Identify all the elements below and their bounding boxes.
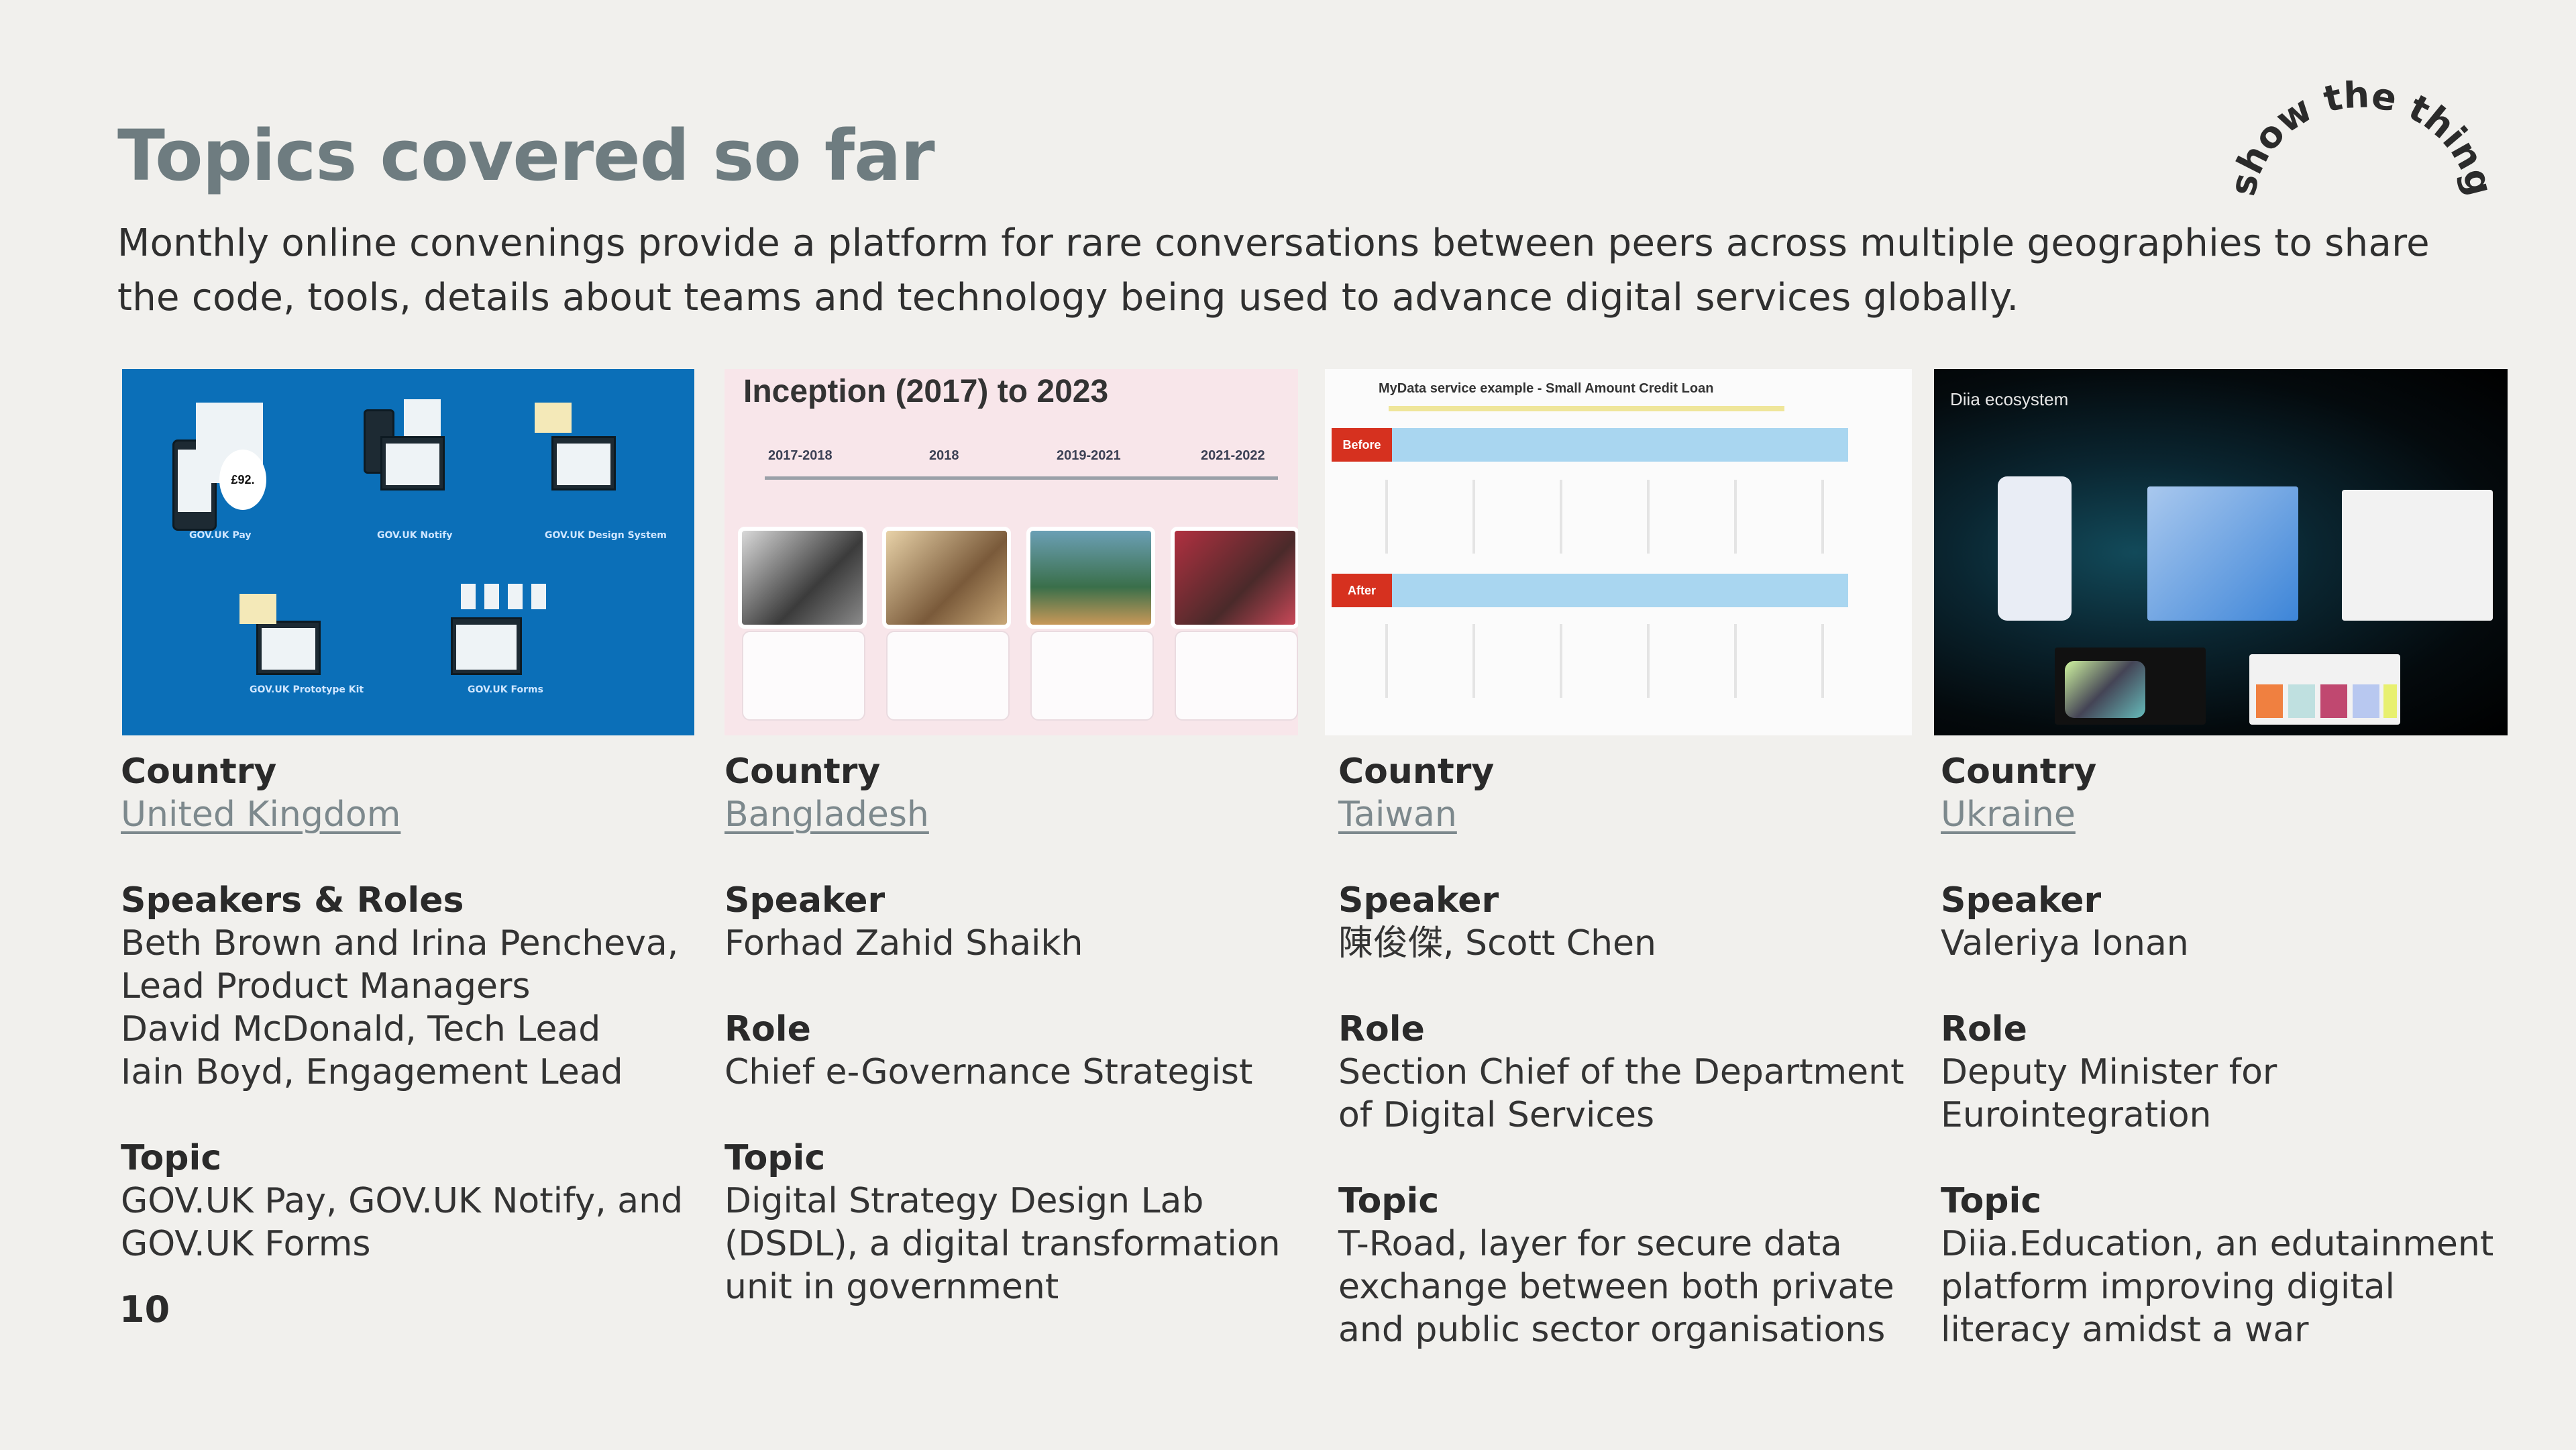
country-link[interactable]: Taiwan bbox=[1338, 794, 1457, 835]
thumb-label: GOV.UK Forms bbox=[468, 684, 543, 695]
speaker-line: Valeriya Ionan bbox=[1941, 923, 2189, 964]
ukraine-thumbnail: Diia ecosystem bbox=[1934, 369, 2508, 735]
speaker-line: Forhad Zahid Shaikh bbox=[724, 923, 1083, 964]
speaker-label: Speaker bbox=[1338, 880, 1499, 921]
after-tag: After bbox=[1332, 574, 1392, 607]
event-photo bbox=[738, 527, 867, 629]
thumb-label: GOV.UK Design System bbox=[545, 530, 667, 541]
country-link[interactable]: United Kingdom bbox=[121, 794, 400, 835]
laptop-illustration bbox=[256, 621, 321, 675]
thumb-label: GOV.UK Pay bbox=[189, 530, 252, 541]
thumb-label: GOV.UK Prototype Kit bbox=[250, 684, 364, 695]
role-line: Eurointegration bbox=[1941, 1095, 2212, 1135]
topic-line: literacy amidst a war bbox=[1941, 1310, 2309, 1350]
topic-line: GOV.UK Forms bbox=[121, 1224, 371, 1264]
event-photo bbox=[882, 527, 1011, 629]
card-illustration bbox=[239, 594, 276, 624]
mini-phone bbox=[531, 584, 546, 609]
role-line: Chief e-Governance Strategist bbox=[724, 1052, 1253, 1092]
column-taiwan: Country Taiwan Speaker 陳俊傑, Scott Chen R… bbox=[1338, 750, 1929, 1351]
laptop-illustration bbox=[380, 436, 445, 490]
topic-line: exchange between both private bbox=[1338, 1267, 1894, 1307]
country-link[interactable]: Ukraine bbox=[1941, 794, 2076, 835]
bangladesh-thumbnail: Inception (2017) to 2023 2017-2018 2018 … bbox=[724, 369, 1298, 735]
speaker-line: 陳俊傑, Scott Chen bbox=[1338, 923, 1656, 964]
thumb-heading: Inception (2017) to 2023 bbox=[743, 374, 1109, 409]
after-process-illustration bbox=[1345, 624, 1855, 698]
topic-line: unit in government bbox=[724, 1267, 1059, 1307]
topic-line: and public sector organisations bbox=[1338, 1310, 1886, 1350]
thumb-heading: MyData service example - Small Amount Cr… bbox=[1379, 381, 1714, 396]
slide-title: Topics covered so far bbox=[117, 115, 935, 197]
before-process-illustration bbox=[1345, 480, 1855, 554]
topic-line: (DSDL), a digital transformation bbox=[724, 1224, 1281, 1264]
payment-badge: £92. bbox=[219, 450, 266, 510]
before-tag: Before bbox=[1332, 428, 1392, 462]
column-ukraine: Country Ukraine Speaker Valeriya Ionan R… bbox=[1941, 750, 2531, 1351]
topic-line: Digital Strategy Design Lab bbox=[724, 1181, 1204, 1221]
laptop-illustration bbox=[551, 436, 616, 490]
tv-screenshot bbox=[2055, 648, 2206, 725]
timeline-year: 2021-2022 bbox=[1201, 448, 1265, 463]
stat-card bbox=[1030, 631, 1154, 721]
topic-label: Topic bbox=[724, 1138, 826, 1178]
country-link[interactable]: Bangladesh bbox=[724, 794, 929, 835]
speaker-line: Iain Boyd, Engagement Lead bbox=[121, 1052, 623, 1092]
topic-line: platform improving digital bbox=[1941, 1267, 2395, 1307]
country-label: Country bbox=[724, 752, 881, 792]
topic-label: Topic bbox=[1338, 1181, 1440, 1221]
event-photo bbox=[1171, 527, 1298, 629]
document-screenshot bbox=[2342, 490, 2493, 621]
laptop-illustration bbox=[451, 617, 522, 675]
event-photo bbox=[1026, 527, 1155, 629]
country-label: Country bbox=[1941, 752, 2097, 792]
before-description-band bbox=[1332, 428, 1848, 462]
timeline-year: 2019-2021 bbox=[1057, 448, 1121, 463]
portal-screenshot bbox=[2147, 486, 2298, 621]
topic-line: GOV.UK Pay, GOV.UK Notify, and bbox=[121, 1181, 684, 1221]
mini-phone bbox=[508, 584, 523, 609]
role-label: Role bbox=[1338, 1009, 1425, 1049]
thumb-heading: Diia ecosystem bbox=[1950, 389, 2069, 409]
taiwan-thumbnail: MyData service example - Small Amount Cr… bbox=[1325, 369, 1912, 735]
country-label: Country bbox=[121, 752, 277, 792]
education-screenshot bbox=[2249, 654, 2400, 725]
thumb-label: GOV.UK Notify bbox=[377, 530, 453, 541]
speaker-line: David McDonald, Tech Lead bbox=[121, 1009, 601, 1049]
speaker-label: Speaker bbox=[1941, 880, 2102, 921]
stat-card bbox=[886, 631, 1010, 721]
topic-line: T-Road, layer for secure data bbox=[1338, 1224, 1842, 1264]
speaker-line: Lead Product Managers bbox=[121, 966, 531, 1006]
country-label: Country bbox=[1338, 752, 1495, 792]
role-line: of Digital Services bbox=[1338, 1095, 1655, 1135]
speaker-line: Beth Brown and Irina Pencheva, bbox=[121, 923, 679, 964]
mini-phone bbox=[484, 584, 499, 609]
card-illustration bbox=[535, 403, 572, 433]
speaker-label: Speaker bbox=[724, 880, 885, 921]
slide-subtitle: Monthly online convenings provide a plat… bbox=[117, 221, 2430, 319]
role-line: Section Chief of the Department bbox=[1338, 1052, 1904, 1092]
page-number: 10 bbox=[119, 1288, 170, 1331]
stat-card bbox=[742, 631, 865, 721]
topic-line: Diia.Education, an edutainment bbox=[1941, 1224, 2494, 1264]
topic-label: Topic bbox=[1941, 1181, 2042, 1221]
role-label: Role bbox=[1941, 1009, 2027, 1049]
column-bangladesh: Country Bangladesh Speaker Forhad Zahid … bbox=[724, 750, 1315, 1308]
role-line: Deputy Minister for bbox=[1941, 1052, 2277, 1092]
timeline-line bbox=[765, 476, 1278, 480]
timeline-year: 2018 bbox=[929, 448, 959, 463]
heading-underline bbox=[1389, 406, 1784, 411]
show-the-thing-stamp: show the thing bbox=[2221, 81, 2496, 200]
column-united-kingdom: Country United Kingdom Speakers & Roles … bbox=[121, 750, 711, 1265]
stat-card bbox=[1175, 631, 1298, 721]
topic-label: Topic bbox=[121, 1138, 222, 1178]
app-screenshot bbox=[1998, 476, 2072, 621]
after-description-band bbox=[1332, 574, 1848, 607]
uk-thumbnail: £92. GOV.UK Pay GOV.UK Notify GOV.UK Des… bbox=[122, 369, 694, 735]
mini-phone bbox=[461, 584, 476, 609]
timeline-year: 2017-2018 bbox=[768, 448, 833, 463]
role-label: Role bbox=[724, 1009, 811, 1049]
stamp-text: show the thing bbox=[2221, 81, 2496, 200]
speakers-label: Speakers & Roles bbox=[121, 880, 464, 921]
